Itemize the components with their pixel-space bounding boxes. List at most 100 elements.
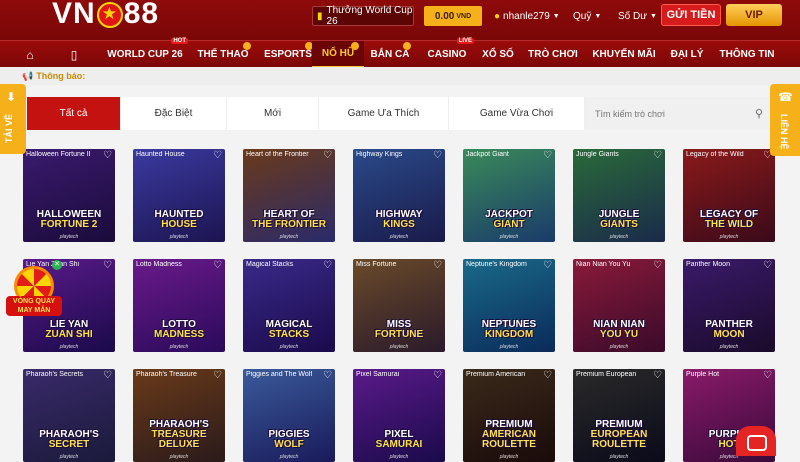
heart-icon[interactable]: ♡ xyxy=(323,260,332,271)
game-card[interactable]: Nian Nian You Yu ♡ NIAN NIAN YOU YU playtech xyxy=(573,259,665,352)
nav-item[interactable]: KHUYẾN MÃI xyxy=(588,41,660,68)
brand-logo[interactable]: VN 88 xyxy=(52,0,159,34)
game-card[interactable]: Lotto Madness ♡ LOTTO MADNESS playtech xyxy=(133,259,225,352)
game-card[interactable]: Pharaoh's Secrets ♡ PHARAOH'S SECRET playtec… xyxy=(23,369,115,462)
game-card[interactable]: Panther Moon ♡ PANTHER MOON playtech xyxy=(683,259,775,352)
download-icon: ⬇ xyxy=(6,90,17,104)
heart-icon[interactable]: ♡ xyxy=(543,260,552,271)
world-cup-promo[interactable]: ▮ Thưởng World Cup 26 xyxy=(312,5,414,27)
close-icon[interactable]: ✕ xyxy=(52,260,62,270)
nav-home[interactable]: ⌂ xyxy=(10,41,50,68)
heart-icon[interactable]: ♡ xyxy=(323,370,332,381)
balance-menu[interactable]: Số Dư ▼ xyxy=(618,6,657,26)
game-card[interactable]: Premium European ♡ PREMIUM EUROPEAN ROULETT… xyxy=(573,369,665,462)
fund-label: Quỹ xyxy=(573,10,592,22)
game-card[interactable]: Pharaoh's Treasure ♡ PHARAOH'S TREASURE DEL… xyxy=(133,369,225,462)
nav-item[interactable]: ESPORTS xyxy=(258,41,318,68)
game-card[interactable]: Highway Kings ♡ HIGHWAY KINGS playtech xyxy=(353,149,445,242)
contact-float[interactable]: ☎ LIÊN HỆ xyxy=(770,84,800,156)
trophy-icon: ▮ xyxy=(317,10,323,22)
heart-icon[interactable]: ♡ xyxy=(653,370,662,381)
nav-item-label: KHUYẾN MÃI xyxy=(592,49,656,60)
user-icon: ● xyxy=(494,10,501,22)
provider-logo: playtech xyxy=(169,234,189,240)
provider-logo: playtech xyxy=(59,344,79,350)
heart-icon[interactable]: ♡ xyxy=(653,260,662,271)
nav-item[interactable]: BẮN CÁ xyxy=(364,41,416,68)
top-header: VN 88 ▮ Thưởng World Cup 26 0.00 VND ● n… xyxy=(0,0,800,40)
coin-icon xyxy=(403,42,411,50)
search-box: ⚲ xyxy=(585,97,773,130)
mobile-icon: ▯ xyxy=(70,47,78,62)
game-card[interactable]: Jungle Giants ♡ JUNGLE GIANTS playtech xyxy=(573,149,665,242)
heart-icon[interactable]: ♡ xyxy=(103,260,112,271)
game-card[interactable]: Piggies and The Wolf ♡ PIGGIES WOLF playtech xyxy=(243,369,335,462)
star-icon xyxy=(96,2,123,28)
game-art-line-2: ZUAN SHI xyxy=(45,329,93,340)
heart-icon[interactable]: ♡ xyxy=(763,370,772,381)
download-float[interactable]: ⬇ TẢI VỀ xyxy=(0,84,26,154)
heart-icon[interactable]: ♡ xyxy=(213,150,222,161)
game-card[interactable]: Pixel Samurai ♡ PIXEL SAMURAI playtech xyxy=(353,369,445,462)
nav-item[interactable]: WORLD CUP 26 HOT xyxy=(100,38,190,68)
heart-icon[interactable]: ♡ xyxy=(433,150,442,161)
tab-favorites[interactable]: Game Ưa Thích xyxy=(319,97,449,130)
notice-bar: 📢 Thông báo: xyxy=(0,67,800,85)
game-card[interactable]: Premium American ♡ PREMIUM AMERICAN ROULETT… xyxy=(463,369,555,462)
game-card[interactable]: Miss Fortune ♡ MISS FORTUNE playtech xyxy=(353,259,445,352)
game-art-line-2: SECRET xyxy=(48,439,90,450)
game-card[interactable]: Legacy of the Wild ♡ LEGACY OF THE WILD play… xyxy=(683,149,775,242)
nav-item[interactable]: TRÒ CHƠI xyxy=(522,41,584,68)
contact-label: LIÊN HỆ xyxy=(779,114,789,150)
nav-item[interactable]: THÔNG TIN xyxy=(714,41,780,68)
nav-item[interactable]: XỔ SỐ xyxy=(478,41,518,68)
nav-item[interactable]: NỔ HŨ xyxy=(312,41,364,68)
game-art-line-2: MOON xyxy=(713,329,745,340)
game-card[interactable]: Magical Stacks ♡ MAGICAL STACKS playtech xyxy=(243,259,335,352)
heart-icon[interactable]: ♡ xyxy=(433,370,442,381)
lucky-wheel-widget[interactable]: VÒNG QUAY MAY MẮN ✕ xyxy=(6,260,62,320)
nav-item[interactable]: THỂ THAO xyxy=(190,41,256,68)
heart-icon[interactable]: ♡ xyxy=(103,370,112,381)
game-art-line-2: AMERICAN ROULETTE xyxy=(482,429,536,450)
chat-bubble-icon[interactable] xyxy=(736,426,776,456)
heart-icon[interactable]: ♡ xyxy=(103,150,112,161)
game-card[interactable]: Jackpot Giant ♡ JACKPOT GIANT playtech xyxy=(463,149,555,242)
game-card[interactable]: Haunted House ♡ HAUNTED HOUSE playtech xyxy=(133,149,225,242)
game-card[interactable]: Heart of the Frontier ♡ HEART OF THE FRONTI… xyxy=(243,149,335,242)
search-icon[interactable]: ⚲ xyxy=(755,107,763,120)
heart-icon[interactable]: ♡ xyxy=(543,370,552,381)
heart-icon[interactable]: ♡ xyxy=(653,150,662,161)
game-title: Heart of the Frontier xyxy=(246,151,309,158)
provider-logo: playtech xyxy=(499,344,519,350)
tab-all[interactable]: Tất cả xyxy=(27,97,121,130)
user-menu[interactable]: ● nhanle279 ▼ xyxy=(494,6,560,26)
tab-recent[interactable]: Game Vừa Chơi xyxy=(449,97,585,130)
nav-item[interactable]: CASINO LIVE xyxy=(418,38,476,68)
coin-icon xyxy=(243,42,251,50)
heart-icon[interactable]: ♡ xyxy=(213,370,222,381)
heart-icon[interactable]: ♡ xyxy=(763,260,772,271)
heart-icon[interactable]: ♡ xyxy=(433,260,442,271)
heart-icon[interactable]: ♡ xyxy=(323,150,332,161)
game-art-line-2: EUROPEAN ROULETTE xyxy=(590,429,648,450)
chevron-down-icon: ▼ xyxy=(552,12,560,20)
chevron-down-icon: ▼ xyxy=(594,12,602,20)
heart-icon[interactable]: ♡ xyxy=(213,260,222,271)
nav-mobile[interactable]: ▯ xyxy=(55,41,93,68)
nav-item[interactable]: ĐẠI LÝ xyxy=(662,41,712,68)
vip-button[interactable]: VIP xyxy=(726,4,782,26)
tab-special[interactable]: Đặc Biệt xyxy=(121,97,227,130)
heart-icon[interactable]: ♡ xyxy=(543,150,552,161)
game-card[interactable]: Halloween Fortune II ♡ HALLOWEEN FORTUNE 2p… xyxy=(23,149,115,242)
game-title: Legacy of the Wild xyxy=(686,151,744,158)
deposit-button[interactable]: GỬI TIỀN xyxy=(661,4,721,26)
game-card[interactable]: Neptune's Kingdom ♡ NEPTUNES KINGDOM playtec… xyxy=(463,259,555,352)
game-title: Premium European xyxy=(576,371,637,378)
nav-badge: HOT xyxy=(171,38,188,44)
game-art-line-2: GIANT xyxy=(493,219,525,230)
tab-new[interactable]: Mới xyxy=(227,97,319,130)
nav-item-label: CASINO xyxy=(427,49,467,60)
search-input[interactable] xyxy=(595,108,735,119)
fund-menu[interactable]: Quỹ ▼ xyxy=(573,6,601,26)
